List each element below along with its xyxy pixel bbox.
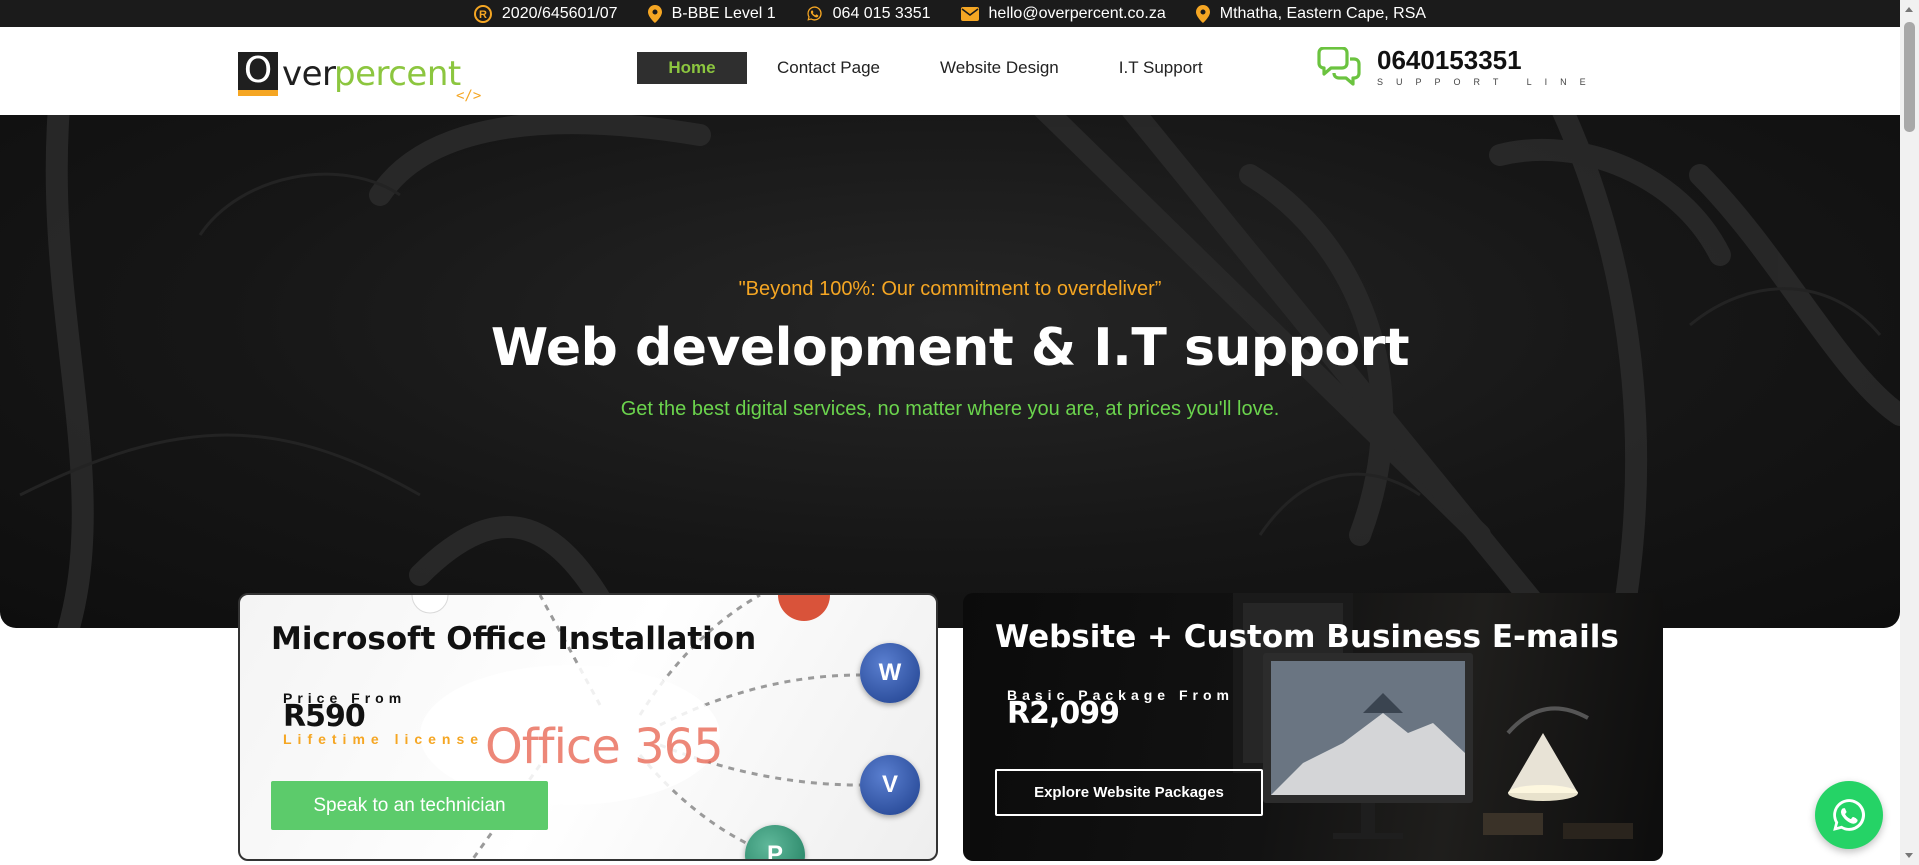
- nav-contact-page[interactable]: Contact Page: [747, 52, 910, 84]
- scroll-thumb[interactable]: [1904, 22, 1915, 132]
- envelope-icon: [960, 6, 979, 21]
- website-package-card: Website + Custom Business E-mails Basic …: [963, 593, 1663, 861]
- top-info-bar: R 2020/645601/07 B-BBE Level 1 064 015 3…: [0, 0, 1900, 27]
- support-line[interactable]: 0640153351 SUPPORT LINE: [1315, 47, 1599, 87]
- registration-item: R 2020/645601/07: [473, 4, 618, 23]
- location-pin-icon: [647, 4, 662, 23]
- support-number[interactable]: 0640153351: [1377, 47, 1599, 73]
- location-text: Mthatha, Eastern Cape, RSA: [1219, 4, 1427, 22]
- email-address[interactable]: hello@overpercent.co.za: [989, 5, 1166, 23]
- main-nav: Home Contact Page Website Design I.T Sup…: [637, 52, 1233, 84]
- web-card-title: Website + Custom Business E-mails: [995, 619, 1619, 655]
- office-license-note: Lifetime license: [283, 731, 485, 747]
- logo-text-percent: percent: [334, 54, 461, 94]
- whatsapp-chat-button[interactable]: [1815, 781, 1883, 849]
- hero-section: "Beyond 100%: Our commitment to overdeli…: [0, 115, 1900, 628]
- nav-it-support[interactable]: I.T Support: [1089, 52, 1233, 84]
- bbbee-item: B-BBE Level 1: [647, 4, 776, 23]
- whatsapp-number[interactable]: 064 015 3351: [833, 5, 931, 23]
- whatsapp-icon: [807, 6, 822, 21]
- page-scrollbar[interactable]: [1900, 0, 1919, 865]
- visio-icon: V: [860, 755, 920, 815]
- explore-website-packages-button[interactable]: Explore Website Packages: [995, 769, 1263, 816]
- logo-code-mark: </>: [456, 88, 482, 104]
- svg-text:R: R: [479, 9, 487, 21]
- whatsapp-item[interactable]: 064 015 3351: [806, 5, 931, 23]
- logo-o-block: O: [238, 52, 278, 90]
- office-installation-card: Office 365 W V P Microsoft Office Instal…: [238, 593, 938, 861]
- support-text: 0640153351 SUPPORT LINE: [1377, 47, 1599, 87]
- hero-title: Web development & I.T support: [490, 318, 1410, 378]
- location-pin-icon: [1195, 4, 1210, 23]
- logo-underline: [238, 90, 278, 96]
- chat-bubbles-icon: [1317, 47, 1361, 86]
- hero-tagline: "Beyond 100%: Our commitment to overdeli…: [738, 278, 1162, 300]
- registered-icon: R: [473, 4, 492, 23]
- office-card-title: Microsoft Office Installation: [271, 621, 757, 657]
- registration-number: 2020/645601/07: [501, 4, 618, 22]
- location-item: Mthatha, Eastern Cape, RSA: [1195, 4, 1427, 23]
- logo-text-ver: ver: [282, 54, 336, 94]
- nav-home[interactable]: Home: [637, 52, 747, 84]
- word-icon: W: [860, 643, 920, 703]
- office365-watermark: Office 365: [485, 719, 724, 775]
- support-caption: SUPPORT LINE: [1377, 77, 1599, 87]
- scroll-down-arrow-icon[interactable]: [1905, 853, 1913, 858]
- site-header: O ver percent </> Home Contact Page Webs…: [0, 27, 1900, 115]
- hero-subtitle: Get the best digital services, no matter…: [620, 398, 1280, 420]
- office-price: R590: [283, 699, 366, 734]
- web-price: R2,099: [1007, 696, 1120, 731]
- whatsapp-icon: [1833, 799, 1866, 831]
- nav-website-design[interactable]: Website Design: [910, 52, 1089, 84]
- speak-to-technician-button[interactable]: Speak to an technician: [271, 781, 548, 830]
- bbbee-level: B-BBE Level 1: [671, 4, 776, 22]
- scroll-up-arrow-icon[interactable]: [1905, 7, 1913, 12]
- email-item[interactable]: hello@overpercent.co.za: [960, 5, 1166, 23]
